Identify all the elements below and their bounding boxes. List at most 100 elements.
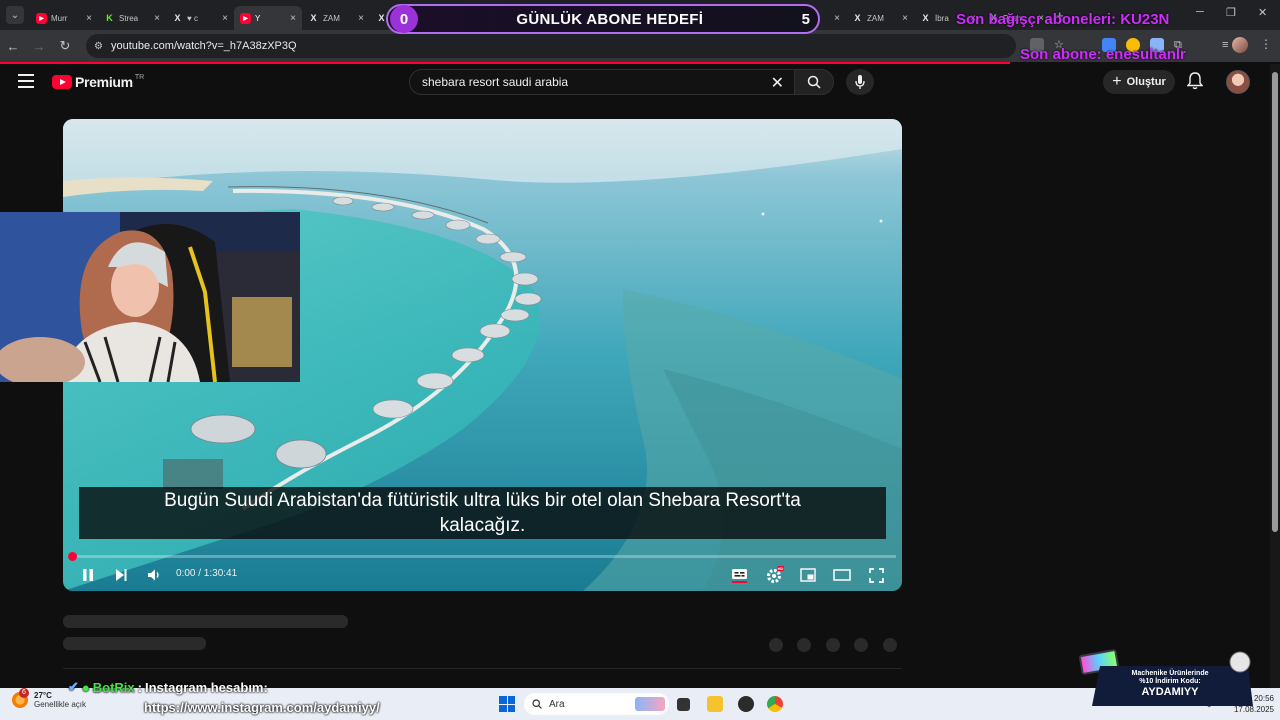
action-placeholder [797,638,811,652]
verified-icon: ✔ [68,679,79,694]
chat-username: BotRix [92,679,135,695]
gear-icon: HD [767,566,784,583]
browser-tab[interactable]: X ♥ c × [166,6,234,30]
search-icon [532,699,542,709]
chrome-icon[interactable] [767,696,783,712]
theater-mode-button[interactable] [833,566,851,584]
hd-badge: HD [778,566,784,571]
chat-message-link: https://www.instagram.com/aydamiyy/ [144,700,380,715]
browser-tab[interactable]: K Strea × [98,6,166,30]
minimize-icon[interactable]: ─ [1196,6,1204,18]
close-tab-icon[interactable]: × [902,13,908,24]
sun-icon: 6 [12,688,29,708]
time-display: 0:00 / 1:30:41 [176,568,238,579]
search-input[interactable]: shebara resort saudi arabia ✕ [409,69,795,95]
last-donor-text: Son bağışçı aboneleri: KU23N [956,11,1170,28]
settings-button[interactable]: HD [766,566,784,584]
chat-message-text: Instagram hesabım: [145,679,268,695]
fullscreen-button[interactable] [869,566,884,584]
action-placeholder [883,638,897,652]
notifications-button[interactable] [1186,72,1204,95]
pause-button[interactable] [81,566,95,584]
close-tab-icon[interactable]: × [834,13,840,24]
maximize-icon[interactable]: ❐ [1226,6,1236,19]
reload-icon[interactable]: ↻ [52,38,78,54]
goal-target-count: 5 [801,10,810,28]
closed-captions-icon [732,569,747,583]
action-placeholder [826,638,840,652]
seek-bar[interactable] [68,552,896,561]
next-video-button[interactable] [114,566,128,584]
x-icon: X [922,13,929,23]
volume-icon [148,569,159,581]
country-code: TR [134,74,145,81]
tab-search-button[interactable]: ⌄ [6,6,24,24]
voice-search-button[interactable] [846,69,874,95]
search-button[interactable] [794,69,834,95]
subtitles-button[interactable] [731,566,748,584]
close-tab-icon[interactable]: × [290,13,296,24]
action-placeholder [769,638,783,652]
video-subtitles: Bugün Suudi Arabistan'da fütüristik ultr… [79,487,886,539]
weather-description: Genellikle açık [34,700,87,709]
page-scrollbar[interactable] [1270,64,1280,688]
scrollbar-thumb[interactable] [1272,72,1278,532]
task-view-icon[interactable] [677,698,690,711]
search-icon [807,75,821,89]
miniplayer-icon [800,568,816,582]
profile-avatar[interactable] [1232,37,1248,53]
browser-tab[interactable]: ▶ Y × [234,6,302,30]
tab-title: Strea [119,13,139,23]
miniplayer-button[interactable] [800,566,816,584]
weather-badge: 6 [19,688,29,698]
search-query: shebara resort saudi arabia [422,75,569,89]
action-placeholder [854,638,868,652]
x-icon: X [174,13,181,23]
seek-bar-scrubber[interactable] [68,552,77,561]
create-button[interactable]: + Oluştur [1103,70,1175,94]
forward-icon[interactable]: → [26,39,52,54]
close-window-icon[interactable]: ✕ [1258,6,1267,19]
browser-tab[interactable]: X ZAM × [302,6,370,30]
account-avatar[interactable] [1226,70,1250,94]
chat-message: ✔ ● BotRix: Instagram hesabım: [68,679,268,695]
file-explorer-icon[interactable] [707,696,723,712]
back-icon[interactable]: ← [0,39,26,54]
bot-badge-icon: ● [81,679,90,695]
webcam-feed-image [0,212,300,382]
close-tab-icon[interactable]: × [222,13,228,24]
close-tab-icon[interactable]: × [86,13,92,24]
microphone-icon [855,75,865,89]
x-icon: X [854,13,861,23]
tab-title: ♥ c [187,13,198,23]
search-highlight-icon [635,697,665,711]
browser-tab[interactable]: ▶ Murr × [30,6,98,30]
sponsor-promo-banner: Machenike Ürünlerinde %10 İndirim Kodu: … [1079,649,1253,706]
close-tab-icon[interactable]: × [154,13,160,24]
mute-button[interactable] [147,566,161,584]
youtube-masthead: Premium TR shebara resort saudi arabia ✕… [0,64,1280,100]
youtube-premium-logo[interactable]: Premium TR [52,74,144,90]
close-tab-icon[interactable]: × [358,13,364,24]
fullscreen-icon [869,567,884,583]
pause-icon [83,569,93,581]
url-text: youtube.com/watch?v=_h7A38zXP3Q [110,40,297,52]
tab-title: Y [255,13,261,23]
browser-tab[interactable]: X ZAM × [846,6,914,30]
youtube-icon: ▶ [240,12,251,24]
bell-icon [1186,72,1204,90]
title-placeholder [63,615,348,628]
start-button[interactable] [499,696,515,712]
subtitle-line: kalacağız. [439,515,526,536]
last-subscriber-text: Son abone: enesultanlr [1020,46,1186,63]
obs-studio-icon[interactable] [738,696,754,712]
browser-menu-icon[interactable]: ⋮ [1260,37,1272,51]
address-bar[interactable]: ⚙ youtube.com/watch?v=_h7A38zXP3Q [86,34,1016,58]
guide-menu-icon[interactable] [18,74,34,88]
site-info-icon[interactable]: ⚙ [94,41,103,52]
streamer-webcam-overlay [0,212,300,382]
subscriber-goal-widget: 0 GÜNLÜK ABONE HEDEFİ 5 [386,4,820,34]
promo-line-1: Machenike Ürünlerinde [1131,668,1208,677]
clear-search-icon[interactable]: ✕ [771,73,784,93]
taskbar-search[interactable]: Ara [524,693,669,715]
